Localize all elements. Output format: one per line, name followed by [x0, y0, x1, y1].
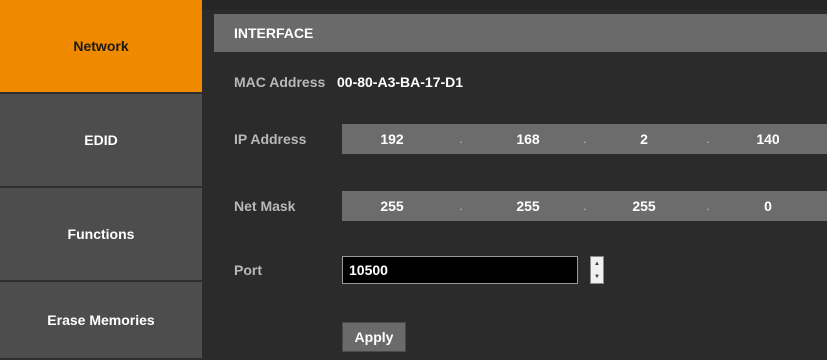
mac-address-label: MAC Address [234, 74, 326, 90]
mask-octet-1[interactable]: 255 [362, 191, 422, 221]
ip-octet-2[interactable]: 168 [498, 124, 558, 154]
net-mask-field: 255 . 255 . 255 . 0 [342, 191, 827, 221]
mask-separator: . [706, 199, 710, 213]
mask-octet-2[interactable]: 255 [498, 191, 558, 221]
mac-address-value: 00-80-A3-BA-17-D1 [337, 74, 464, 90]
sidebar-item-label: Network [73, 38, 129, 54]
sidebar-item-edid[interactable]: EDID [0, 94, 202, 188]
main-panel [202, 0, 827, 360]
apply-button-label: Apply [354, 329, 394, 345]
mask-separator: . [583, 199, 587, 213]
ip-octet-1[interactable]: 192 [362, 124, 422, 154]
top-divider [202, 0, 827, 10]
sidebar-item-label: EDID [84, 132, 118, 148]
caret-down-icon[interactable]: ▼ [591, 270, 603, 283]
sidebar-item-erase-memories[interactable]: Erase Memories [0, 282, 202, 360]
sidebar-item-network[interactable]: Network [0, 0, 202, 94]
apply-button[interactable]: Apply [342, 322, 406, 352]
port-label: Port [234, 262, 262, 278]
sidebar-item-label: Erase Memories [47, 312, 155, 328]
port-stepper[interactable]: ▲ ▼ [590, 256, 604, 284]
net-mask-label: Net Mask [234, 198, 296, 214]
ip-octet-4[interactable]: 140 [738, 124, 798, 154]
ip-separator: . [459, 132, 463, 146]
section-header: INTERFACE [214, 14, 827, 52]
ip-separator: . [583, 132, 587, 146]
ip-address-label: IP Address [234, 131, 307, 147]
section-title: INTERFACE [234, 25, 314, 41]
sidebar-item-functions[interactable]: Functions [0, 188, 202, 282]
sidebar-item-label: Functions [67, 226, 135, 242]
ip-octet-3[interactable]: 2 [614, 124, 674, 154]
ip-separator: . [706, 132, 710, 146]
sidebar: Network EDID Functions Erase Memories [0, 0, 202, 360]
mask-octet-3[interactable]: 255 [614, 191, 674, 221]
port-input[interactable]: 10500 [342, 256, 578, 284]
mask-separator: . [459, 199, 463, 213]
caret-up-icon[interactable]: ▲ [591, 257, 603, 270]
mask-octet-4[interactable]: 0 [738, 191, 798, 221]
ip-address-field: 192 . 168 . 2 . 140 [342, 124, 827, 154]
port-value: 10500 [349, 262, 388, 278]
